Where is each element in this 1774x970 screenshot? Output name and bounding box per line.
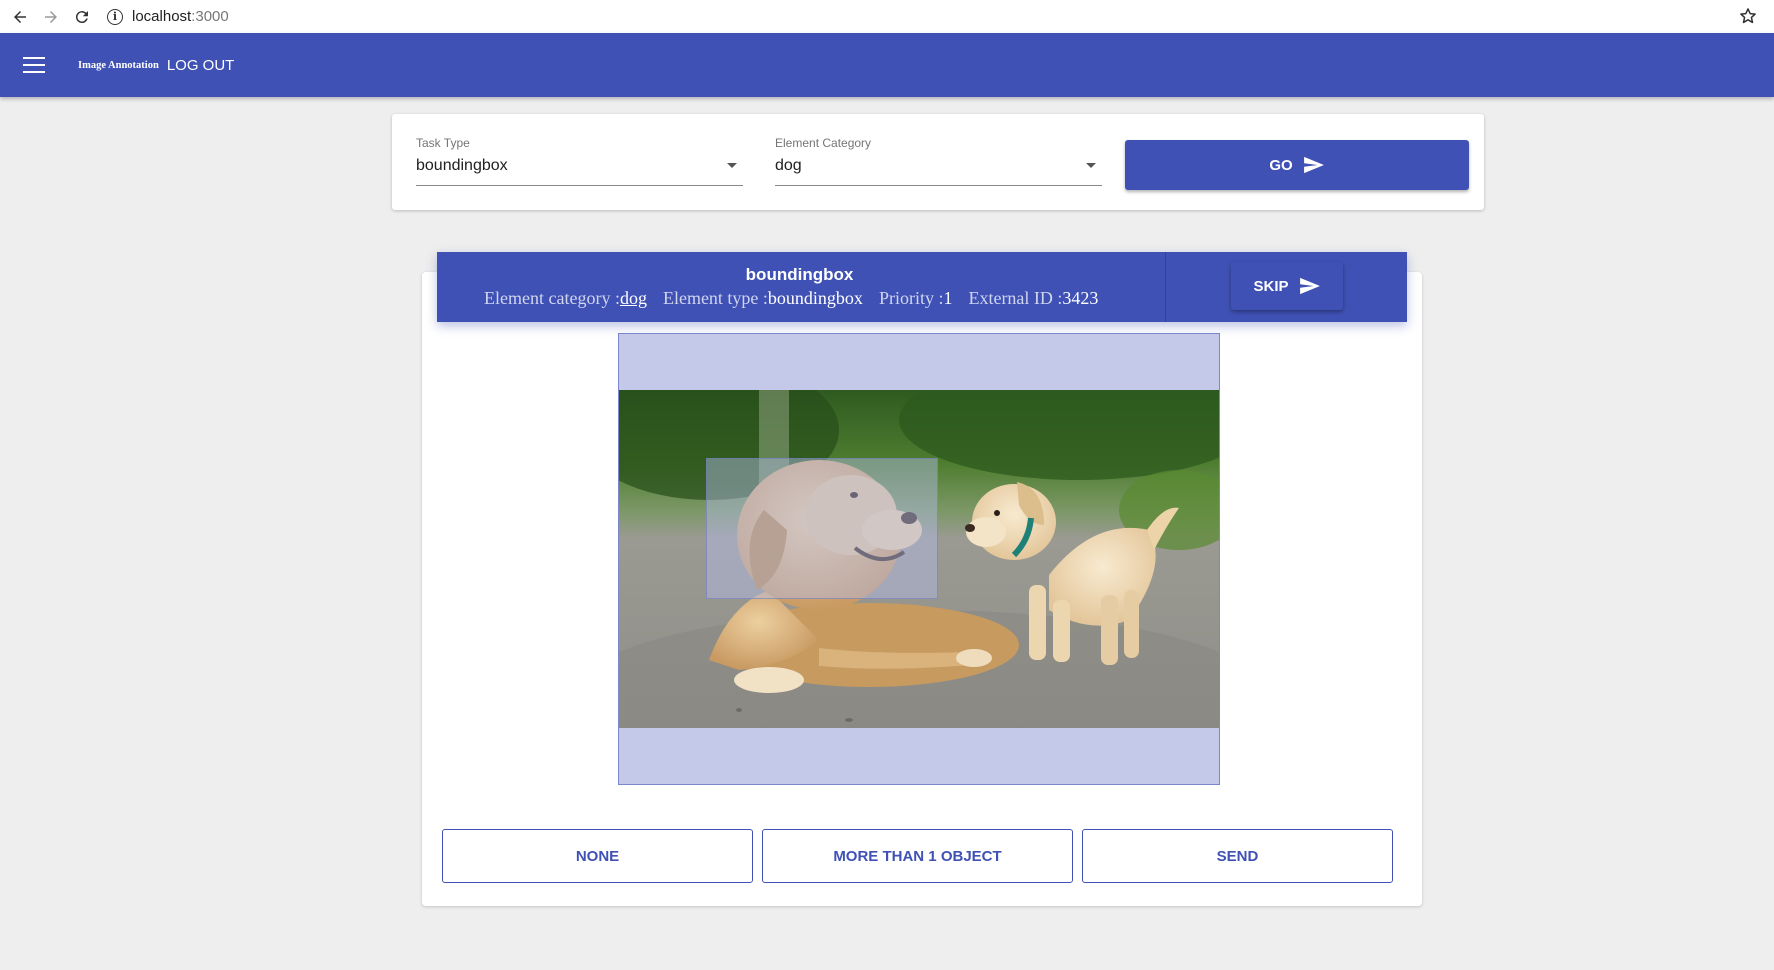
logout-button[interactable]: LOG OUT (167, 57, 235, 74)
menu-icon[interactable] (23, 57, 45, 73)
header-divider (1165, 252, 1166, 322)
annotation-info: Element category :dog Element type :bound… (484, 288, 1098, 309)
send-button[interactable]: SEND (1082, 829, 1393, 883)
external-id-info-value: 3423 (1062, 288, 1099, 308)
skip-button[interactable]: SKIP (1231, 262, 1343, 310)
element-category-select[interactable]: Element Category dog (775, 136, 1102, 186)
element-type-info-label: Element type : (662, 288, 768, 308)
none-button[interactable]: NONE (442, 829, 753, 883)
more-than-one-object-button[interactable]: MORE THAN 1 OBJECT (762, 829, 1073, 883)
annotation-image (619, 390, 1219, 728)
send-icon (1303, 156, 1324, 174)
element-category-label: Element Category (775, 136, 872, 150)
task-type-value: boundingbox (416, 157, 508, 174)
annotation-canvas[interactable] (618, 333, 1220, 785)
forward-button[interactable] (40, 6, 62, 28)
arrow-forward-icon (45, 10, 57, 23)
element-type-info-value: boundingbox (767, 288, 863, 308)
skip-label: SKIP (1253, 277, 1289, 295)
dropdown-caret-icon (727, 163, 737, 168)
task-type-label: Task Type (416, 136, 470, 150)
element-category-info-label: Element category : (484, 288, 620, 308)
back-button[interactable] (9, 6, 31, 28)
app-title: Image Annotation (78, 59, 159, 71)
reload-icon (75, 10, 88, 23)
priority-info-label: Priority : (878, 288, 944, 308)
go-label: GO (1269, 156, 1293, 174)
element-category-info-value[interactable]: dog (620, 288, 647, 308)
arrow-back-icon (14, 10, 26, 23)
url-text: localhost:3000 (132, 8, 229, 25)
reload-button[interactable] (71, 6, 93, 28)
bounding-box[interactable] (706, 458, 938, 599)
priority-info-value: 1 (943, 288, 953, 308)
send-icon (1299, 277, 1320, 295)
address-bar[interactable]: i localhost:3000 (107, 4, 229, 30)
star-icon[interactable] (1738, 6, 1758, 26)
browser-toolbar: i localhost:3000 (0, 0, 1774, 33)
app-bar: Image Annotation LOG OUT (0, 33, 1774, 97)
annotation-title: boundingbox (745, 265, 854, 284)
element-category-value: dog (775, 157, 802, 174)
info-icon[interactable]: i (107, 8, 123, 25)
annotation-header: boundingbox Element category :dog Element… (437, 252, 1407, 322)
dropdown-caret-icon (1086, 163, 1096, 168)
task-type-select[interactable]: Task Type boundingbox (416, 136, 743, 186)
external-id-info-label: External ID : (968, 288, 1063, 308)
task-selection-card: Task Type boundingbox Element Category d… (392, 114, 1484, 210)
go-button[interactable]: GO (1125, 140, 1469, 190)
